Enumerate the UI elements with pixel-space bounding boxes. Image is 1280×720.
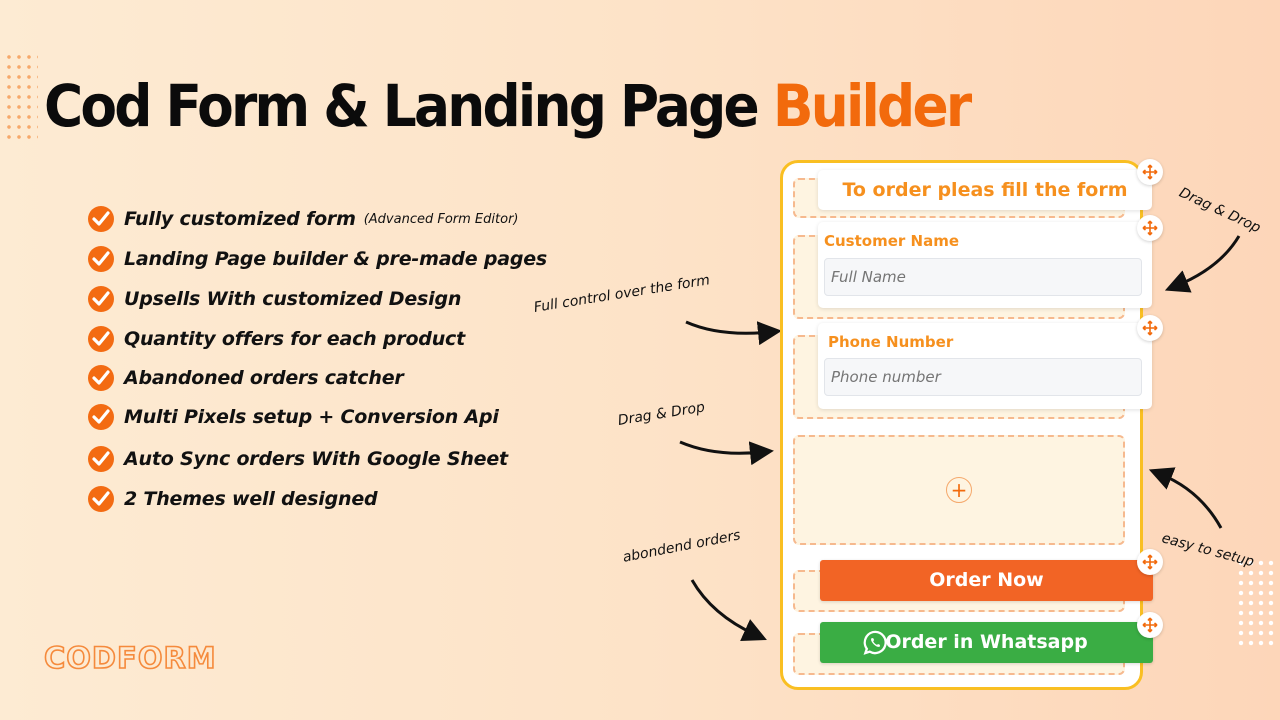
add-block-icon[interactable]: +	[946, 477, 972, 503]
move-handle[interactable]	[1137, 612, 1163, 638]
arrow-icon	[690, 579, 767, 641]
order-now-button[interactable]: Order Now	[820, 560, 1153, 601]
arrow-icon	[1148, 467, 1223, 529]
move-icon	[1142, 617, 1158, 633]
move-icon	[1142, 320, 1158, 336]
form-title-block[interactable]: To order pleas fill the form	[818, 170, 1152, 210]
field-label: Phone Number	[828, 333, 954, 351]
arrow-icon	[1164, 235, 1241, 293]
move-icon	[1142, 554, 1158, 570]
phone-number-block[interactable]: Phone Number	[818, 323, 1152, 409]
order-whatsapp-label: Order in Whatsapp	[885, 631, 1088, 653]
whatsapp-icon	[863, 630, 887, 655]
arrow-icon	[685, 320, 782, 346]
move-handle[interactable]	[1137, 549, 1163, 575]
move-handle[interactable]	[1137, 159, 1163, 185]
full-name-input[interactable]	[824, 258, 1142, 296]
move-icon	[1142, 220, 1158, 236]
order-whatsapp-button[interactable]: Order in Whatsapp	[820, 622, 1153, 663]
brand-logo: CODFORM	[43, 640, 217, 676]
move-handle[interactable]	[1137, 215, 1163, 241]
customer-name-block[interactable]: Customer Name	[818, 222, 1152, 308]
drop-zone-empty[interactable]: +	[793, 435, 1125, 545]
field-label: Customer Name	[824, 232, 959, 250]
move-icon	[1142, 164, 1158, 180]
form-title: To order pleas fill the form	[842, 179, 1128, 201]
phone-number-input[interactable]	[824, 358, 1142, 396]
arrow-icon	[679, 440, 774, 466]
move-handle[interactable]	[1137, 315, 1163, 341]
